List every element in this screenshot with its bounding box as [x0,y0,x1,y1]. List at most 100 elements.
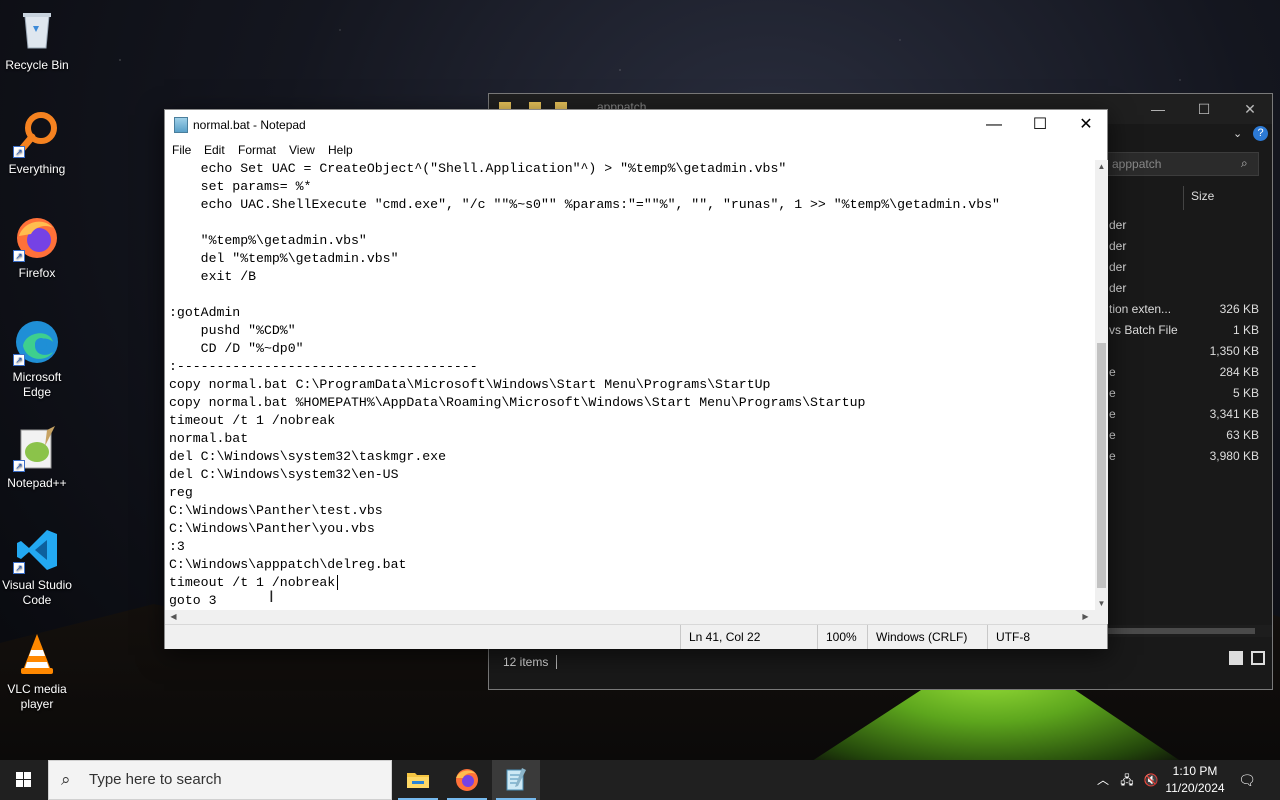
text-line: goto 3 [169,593,217,608]
explorer-file-row[interactable]: e 3,341 KB [1109,404,1259,425]
text-line: normal.bat [169,431,249,446]
search-placeholder: Type here to search [89,771,222,788]
scroll-down-arrow-icon[interactable]: ▼ [1095,597,1108,610]
text-line: copy normal.bat %HOMEPATH%\AppData\Roami… [169,395,866,410]
status-divider [556,655,557,669]
notepadpp-icon: ↗ [13,424,61,472]
explorer-file-row[interactable]: der [1109,257,1259,278]
windows-logo-icon [16,772,31,787]
notepad-text-area[interactable]: goto 3 timeout /t 1 /nobreak C:\Windows\ap… [165,160,1095,610]
explorer-file-row[interactable]: e 284 KB [1109,362,1259,383]
text-line: timeout /t 1 /nobreak [169,575,336,590]
vertical-scrollbar[interactable]: ▲ ▼ [1095,160,1108,610]
file-size: 3,341 KB [1209,407,1259,421]
menu-format[interactable]: Format [238,140,276,160]
desktop-icon-recycle-bin[interactable]: Recycle Bin [0,6,74,73]
size-column-header[interactable]: Size [1191,189,1214,203]
explorer-maximize-button[interactable]: ☐ [1181,94,1227,124]
menu-help[interactable]: Help [328,140,353,160]
file-type: e [1109,428,1116,442]
notepad-window[interactable]: normal.bat - Notepad — ☐ ✕ File Edit For… [164,109,1108,649]
notification-icon[interactable]: 🗨 [1234,760,1260,800]
file-type: der [1109,239,1127,253]
menu-view[interactable]: View [289,140,315,160]
explorer-file-row[interactable]: e 5 KB [1109,383,1259,404]
shortcut-arrow-icon: ↗ [13,146,25,158]
search-icon: ⌕ [61,770,71,789]
file-type: e [1109,407,1116,421]
text-line: timeout /t 1 /nobreak [169,413,336,428]
explorer-file-row[interactable]: tion exten... 326 KB [1109,299,1259,320]
explorer-file-row[interactable]: der [1109,236,1259,257]
chevron-down-icon[interactable]: ⌄ [1233,127,1242,140]
text-line: echo UAC.ShellExecute "cmd.exe", "/c ""%… [169,197,1000,212]
text-line: C:\Windows\Panther\test.vbs [169,503,383,518]
file-size: 3,980 KB [1209,449,1259,463]
file-size: 326 KB [1219,302,1259,316]
firefox-icon: ↗ [13,214,61,262]
ibeam-cursor-icon: I [269,587,274,606]
edge-icon: ↗ [13,318,61,366]
explorer-file-row[interactable]: der [1109,215,1259,236]
encoding: UTF-8 [987,625,1107,649]
notepad-statusbar: Ln 41, Col 22 100% Windows (CRLF) UTF-8 [165,624,1107,649]
vertical-scroll-thumb[interactable] [1097,343,1106,588]
desktop-icon-label: Microsoft Edge [12,370,62,399]
notepad-app-icon [174,117,188,133]
scroll-right-arrow-icon[interactable]: ▶ [1079,610,1092,623]
firefox-icon [456,769,478,791]
taskbar-search-box[interactable]: ⌕ Type here to search [48,760,392,800]
text-line: "%temp%\getadmin.vbs" [169,233,367,248]
explorer-file-row[interactable]: e 3,980 KB [1109,446,1259,467]
desktop-icon-everything[interactable]: ↗ Everything [0,110,74,177]
explorer-close-button[interactable]: ✕ [1227,94,1273,124]
minimize-button[interactable]: — [971,110,1017,140]
explorer-file-row[interactable]: vs Batch File 1 KB [1109,320,1259,341]
menu-edit[interactable]: Edit [204,140,225,160]
file-size: 63 KB [1226,428,1259,442]
scroll-left-arrow-icon[interactable]: ◀ [167,610,180,623]
details-view-icon[interactable] [1229,651,1243,665]
cursor-position: Ln 41, Col 22 [680,625,817,649]
file-size: 1,350 KB [1209,344,1259,358]
desktop-icon-firefox[interactable]: ↗ Firefox [0,214,74,281]
file-type: e [1109,386,1116,400]
notepad-titlebar[interactable]: normal.bat - Notepad — ☐ ✕ [165,110,1107,140]
file-explorer-icon [407,773,429,788]
explorer-file-row[interactable]: 1,350 KB [1109,341,1259,362]
file-size: 5 KB [1232,386,1259,400]
desktop-icon-notepadpp[interactable]: ↗ Notepad++ [0,424,74,491]
show-hidden-icons-chevron-icon[interactable]: ︿ [1092,760,1114,800]
desktop-icon-vscode[interactable]: ↗ Visual Studio Code [0,526,74,608]
start-button[interactable] [0,760,48,800]
text-line: set params= %* [169,179,312,194]
explorer-file-row[interactable]: e 63 KB [1109,425,1259,446]
explorer-file-row[interactable]: der [1109,278,1259,299]
taskbar: ⌕ Type here to search ︿ 🖧 🔇 1:10 PM 11/2… [0,760,1280,800]
taskbar-firefox[interactable] [443,760,491,800]
help-icon[interactable]: ? [1253,126,1268,141]
explorer-search-input[interactable]: apppatch [1099,152,1259,176]
taskbar-notepad[interactable] [492,760,540,800]
text-line: :-------------------------------------- [169,359,478,374]
desktop-icon-label: Everything [8,162,66,176]
thumbnail-view-icon[interactable] [1251,651,1265,665]
notepad-icon [506,768,526,791]
volume-muted-icon[interactable]: 🔇 [1140,760,1162,800]
horizontal-scrollbar[interactable]: ◀ ▶ [165,610,1095,624]
file-type: tion exten... [1109,302,1172,316]
text-line: pushd "%CD%" [169,323,296,338]
text-line: reg [169,485,193,500]
desktop-icon-edge[interactable]: ↗ Microsoft Edge [0,318,74,400]
scroll-up-arrow-icon[interactable]: ▲ [1095,160,1108,173]
file-size: 284 KB [1219,365,1259,379]
maximize-button[interactable]: ☐ [1017,110,1063,140]
explorer-minimize-button[interactable]: — [1135,94,1181,124]
menu-file[interactable]: File [172,140,191,160]
vscode-icon: ↗ [13,526,61,574]
network-icon[interactable]: 🖧 [1116,760,1138,800]
desktop-icon-vlc[interactable]: VLC media player [0,630,74,712]
close-button[interactable]: ✕ [1063,110,1109,140]
taskbar-file-explorer[interactable] [394,760,442,800]
system-clock[interactable]: 1:10 PM 11/20/2024 [1162,763,1228,797]
